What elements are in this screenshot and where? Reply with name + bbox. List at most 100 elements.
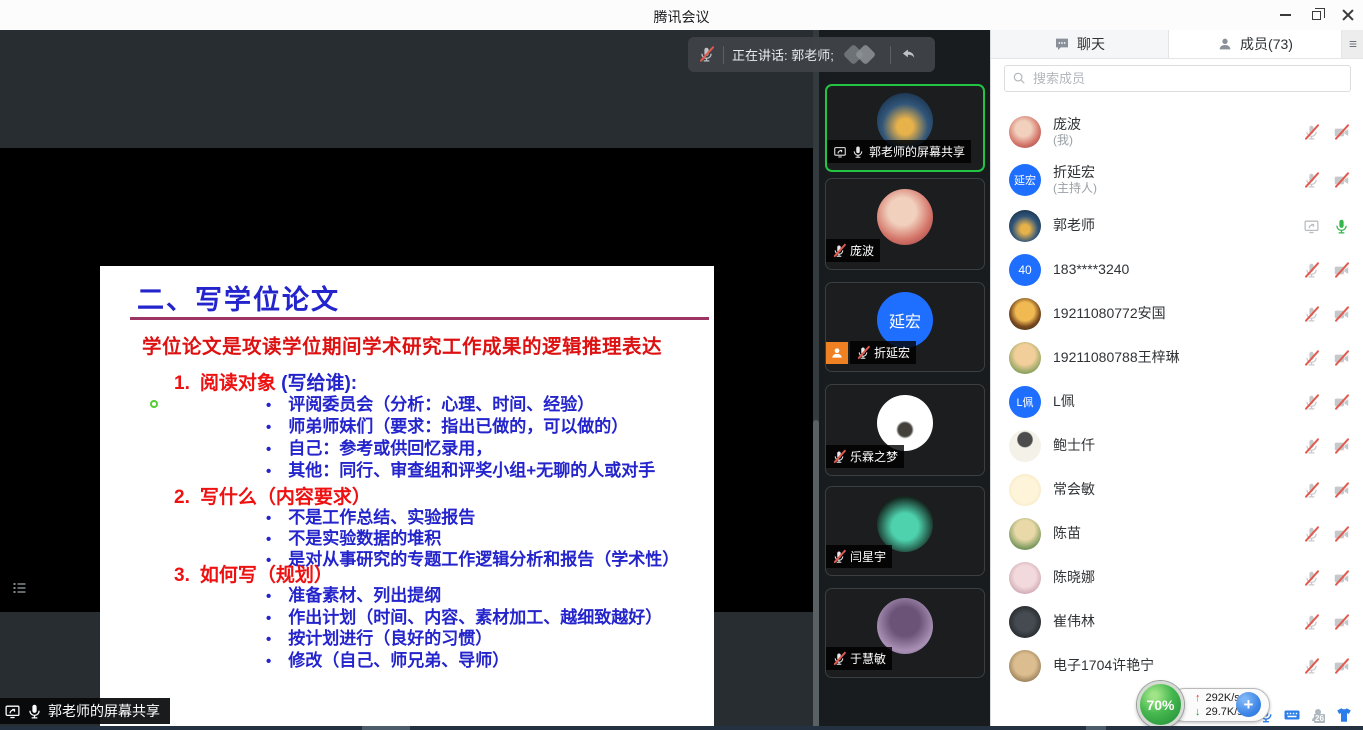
bullet-item: 准备素材、列出提纲 [266,586,662,608]
camera-off-icon[interactable] [1333,394,1350,411]
member-name: 崔伟林 [1053,613,1095,631]
minimize-button[interactable] [1270,0,1301,30]
member-name: 鲍士仟 [1053,437,1095,455]
restore-button[interactable] [1301,0,1332,30]
upload-arrow-icon: ↑ [1195,691,1201,705]
ime-user-icon[interactable]: 26 [1309,706,1327,724]
undo-icon[interactable] [899,46,916,63]
camera-off-icon[interactable] [1333,306,1350,323]
download-arrow-icon: ↓ [1195,705,1201,719]
mic-off-icon[interactable] [1303,394,1320,411]
layout-list-icon[interactable] [10,580,29,596]
camera-off-icon[interactable] [1333,350,1350,367]
avatar [1009,210,1041,242]
mic-off-icon[interactable] [1303,482,1320,499]
tab-chat[interactable]: 聊天 [991,30,1169,58]
member-row[interactable]: 庞波(我) [991,108,1363,156]
camera-off-icon[interactable] [1333,438,1350,455]
avatar [877,395,933,451]
camera-off-icon[interactable] [1333,172,1350,189]
mic-on-icon [851,145,865,159]
camera-off-icon[interactable] [1333,482,1350,499]
camera-off-icon[interactable] [1333,262,1350,279]
member-role: (主持人) [1053,181,1097,196]
member-row[interactable]: L佩 L佩 [991,380,1363,424]
avatar: 40 [1009,254,1041,286]
taskbar-edge [0,726,1363,730]
video-tile[interactable]: 闫星宇 [825,486,985,576]
mic-off-icon[interactable] [1303,172,1320,189]
slide-section-heading: 1.阅读对象 (写给谁): [174,368,357,395]
member-name: 陈晓娜 [1053,569,1095,587]
camera-off-icon[interactable] [1333,526,1350,543]
search-icon [1012,71,1026,85]
close-button[interactable] [1332,0,1363,30]
avatar [877,189,933,245]
optimizer-ball[interactable]: 70% [1137,681,1184,728]
tab-members[interactable]: 成员(73) [1169,30,1341,58]
divider [723,46,724,64]
upload-speed: 292K/s [1206,691,1240,705]
mic-off-icon[interactable] [1303,124,1320,141]
camera-off-icon[interactable] [1333,570,1350,587]
member-row[interactable]: 19211080788王梓琳 [991,336,1363,380]
video-tile-screen-share[interactable]: 郭老师的屏幕共享 [825,84,985,172]
tile-name-label: 折延宏 [850,341,916,364]
camera-off-icon[interactable] [1333,658,1350,675]
member-row[interactable]: 40 183****3240 [991,248,1363,292]
mic-off-icon[interactable] [1303,438,1320,455]
member-row[interactable]: 崔伟林 [991,600,1363,644]
member-row[interactable]: 陈晓娜 [991,556,1363,600]
slide: 二、写学位论文 学位论文是攻读学位期间学术研究工作成果的逻辑推理表达 1.阅读对… [100,266,714,726]
avatar [1009,650,1041,682]
member-row[interactable]: 陈苗 [991,512,1363,556]
avatar [1009,116,1041,148]
avatar: L佩 [1009,386,1041,418]
muted-mic-icon[interactable] [698,46,715,63]
ime-keyboard-icon[interactable] [1283,706,1301,724]
mic-off-icon[interactable] [1303,306,1320,323]
member-row[interactable]: 电子1704许艳宁 [991,644,1363,688]
slide-section-heading: 3.如何写（规划） [174,560,333,587]
strip-scrollbar[interactable] [813,30,819,730]
add-button[interactable]: + [1236,692,1261,717]
person-icon [1217,36,1233,52]
member-name: 183****3240 [1053,261,1129,279]
mic-icon [26,703,43,720]
bullet-item: 自己：参考或供回忆录用， [266,438,655,460]
camera-off-icon[interactable] [1333,614,1350,631]
member-name: 19211080772安国 [1053,305,1166,323]
panel-menu-button[interactable] [1341,30,1363,58]
avatar [877,496,933,552]
mic-off-icon[interactable] [1303,570,1320,587]
video-tile[interactable]: 乐霖之梦 [825,384,985,476]
mic-on-icon[interactable] [1333,218,1350,235]
slide-section-heading: 2.写什么（内容要求） [174,482,371,509]
menu-icon [1347,39,1359,49]
search-input[interactable] [1004,65,1351,92]
mic-off-icon[interactable] [1303,658,1320,675]
mic-off-icon [832,550,846,564]
member-row[interactable]: 19211080772安国 [991,292,1363,336]
ime-skin-icon[interactable] [1335,706,1353,724]
video-tile[interactable]: 庞波 [825,178,985,270]
scrollbar-thumb[interactable] [813,420,819,730]
video-tile[interactable]: 延宏 折延宏 [825,282,985,372]
mic-off-icon[interactable] [1303,526,1320,543]
member-row[interactable]: 常会敏 [991,468,1363,512]
avatar [1009,474,1041,506]
avatar [1009,518,1041,550]
bullet-item: 师弟师妹们（要求：指出已做的，可以做的） [266,416,655,438]
video-tile[interactable]: 于慧敏 [825,588,985,678]
member-row[interactable]: 延宏 折延宏(主持人) [991,156,1363,204]
screen-share-icon [4,703,21,720]
mic-off-icon[interactable] [1303,614,1320,631]
member-row[interactable]: 鲍士仟 [991,424,1363,468]
mic-off-icon[interactable] [1303,262,1320,279]
screen-sharing-icon[interactable] [1303,218,1320,235]
camera-off-icon[interactable] [1333,124,1350,141]
mic-off-icon[interactable] [1303,350,1320,367]
tile-name-label: 庞波 [826,239,880,262]
mic-off-icon [832,450,846,464]
member-row[interactable]: 郭老师 [991,204,1363,248]
